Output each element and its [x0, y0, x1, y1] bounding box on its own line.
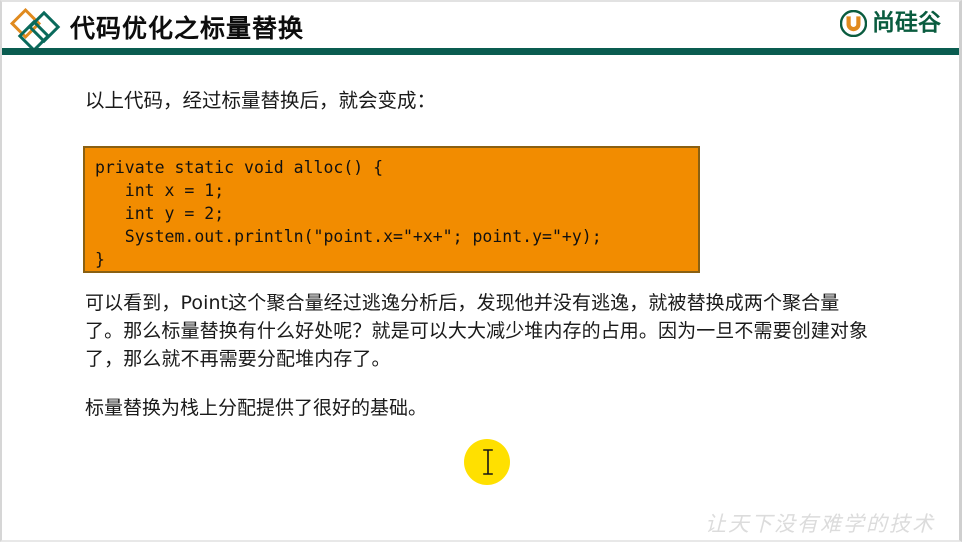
explanation-paragraph: 可以看到，Point这个聚合量经过逃逸分析后，发现他并没有逃逸，就被替换成两个聚… — [85, 292, 869, 370]
code-snippet-block: private static void alloc() { int x = 1;… — [83, 145, 700, 273]
intro-paragraph: 以上代码，经过标量替换后，就会变成： — [85, 89, 437, 112]
slide-canvas: 代码优化之标量替换 尚硅谷 以上代码，经过标量替换后，就会变成： private… — [0, 0, 962, 542]
brand-name-label: 尚硅谷 — [872, 10, 941, 36]
shangguigu-u-mark-icon — [839, 9, 868, 38]
conclusion-paragraph: 标量替换为栈上分配提供了很好的基础。 — [85, 397, 428, 419]
brand-logo: 尚硅谷 — [839, 9, 941, 38]
slide-header: 代码优化之标量替换 尚硅谷 — [2, 2, 959, 55]
page-title: 代码优化之标量替换 — [70, 14, 305, 43]
diamond-logo-icon — [8, 6, 64, 53]
footer-watermark: 让天下没有难学的技术 — [705, 512, 935, 536]
text-ibeam-cursor-icon — [482, 449, 494, 475]
slide-body: 以上代码，经过标量替换后，就会变成： private static void a… — [2, 54, 959, 540]
